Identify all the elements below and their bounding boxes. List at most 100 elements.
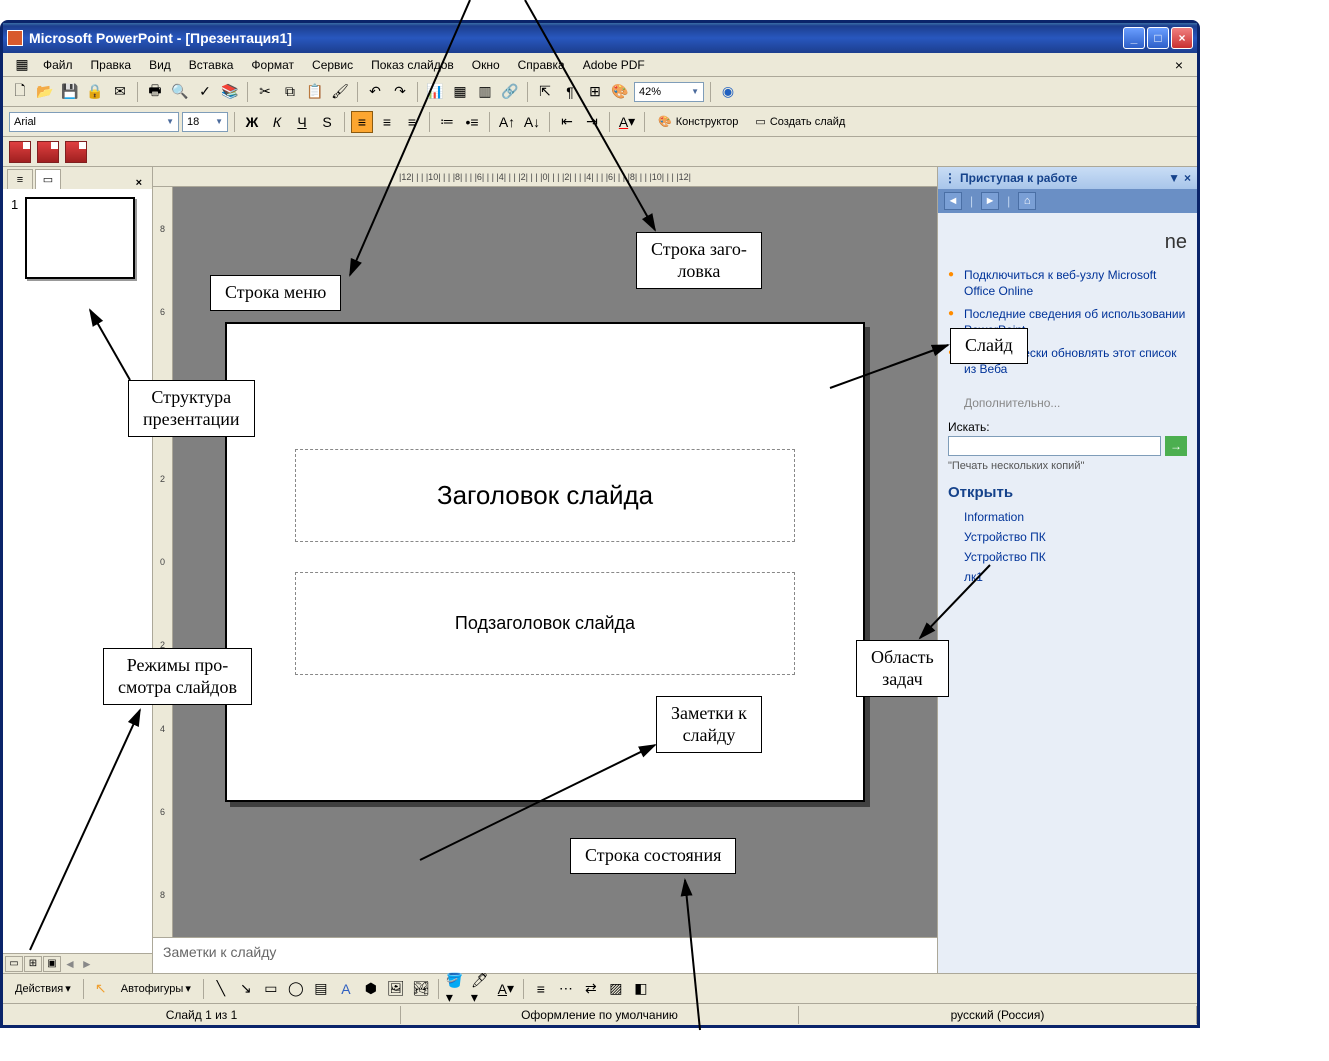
title-placeholder[interactable]: Заголовок слайда	[295, 449, 795, 542]
menu-view[interactable]: Вид	[141, 56, 179, 74]
fontcolor-icon[interactable]: A▾	[616, 111, 638, 133]
grid-icon[interactable]: ⊞	[584, 81, 606, 103]
font-combo[interactable]: Arial▼	[9, 112, 179, 132]
underline-icon[interactable]: Ч	[291, 111, 313, 133]
arrowstyle-icon[interactable]: ⇄	[580, 978, 602, 1000]
tp-link-connect[interactable]: Подключиться к веб-узлу Microsoft Office…	[948, 264, 1187, 303]
zoom-combo[interactable]: 42%▼	[634, 82, 704, 102]
open-icon[interactable]: 📂	[34, 81, 56, 103]
outline-close-button[interactable]: ×	[130, 177, 148, 189]
line-icon[interactable]: ╲	[210, 978, 232, 1000]
subtitle-placeholder[interactable]: Подзаголовок слайда	[295, 572, 795, 675]
copy-icon[interactable]: ⧉	[279, 81, 301, 103]
pdf-icon-3[interactable]	[65, 141, 87, 163]
wordart-icon[interactable]: A	[335, 978, 357, 1000]
recent-link-3[interactable]: лк1	[948, 567, 1187, 587]
picture-icon[interactable]: 🏞	[410, 978, 432, 1000]
menu-window[interactable]: Окно	[464, 56, 508, 74]
menu-insert[interactable]: Вставка	[181, 56, 242, 74]
lineweight-icon[interactable]: ≡	[530, 978, 552, 1000]
select-icon[interactable]: ↖	[90, 978, 112, 1000]
fontcolor2-icon[interactable]: A▾	[495, 978, 517, 1000]
textbox-icon[interactable]: ▤	[310, 978, 332, 1000]
hyperlink-icon[interactable]: 🔗	[499, 81, 521, 103]
taskpane-dropdown-icon[interactable]: ▼	[1168, 171, 1180, 185]
normal-view-button[interactable]: ▭	[5, 956, 23, 972]
color-icon[interactable]: 🎨	[609, 81, 631, 103]
sorter-view-button[interactable]: ⊞	[24, 956, 42, 972]
shadow-style-icon[interactable]: ▨	[605, 978, 627, 1000]
new-icon[interactable]: 🗋	[9, 81, 31, 103]
spellcheck-icon[interactable]: ✓	[194, 81, 216, 103]
decfont-icon[interactable]: A↓	[521, 111, 543, 133]
slide[interactable]: Заголовок слайда Подзаголовок слайда	[225, 322, 865, 802]
menu-format[interactable]: Формат	[243, 56, 302, 74]
slideshow-view-button[interactable]: ▣	[43, 956, 61, 972]
taskpane-back-button[interactable]: ◄	[944, 192, 962, 210]
taskpane-fwd-button[interactable]: ►	[981, 192, 999, 210]
bullets-icon[interactable]: •≡	[461, 111, 483, 133]
menu-file[interactable]: Файл	[35, 56, 81, 74]
decindent-icon[interactable]: ⇤	[556, 111, 578, 133]
aligncenter-icon[interactable]: ≡	[376, 111, 398, 133]
preview-icon[interactable]: 🔍	[169, 81, 191, 103]
fontsize-combo[interactable]: 18▼	[182, 112, 228, 132]
search-input[interactable]	[948, 436, 1161, 456]
menu-slideshow[interactable]: Показ слайдов	[363, 56, 462, 74]
tp-more-link[interactable]: Дополнительно...	[964, 396, 1187, 410]
numbering-icon[interactable]: ≔	[436, 111, 458, 133]
showhide-icon[interactable]: ¶	[559, 81, 581, 103]
taskpane-home-button[interactable]: ⌂	[1018, 192, 1036, 210]
oval-icon[interactable]: ◯	[285, 978, 307, 1000]
recent-link-0[interactable]: Information	[948, 507, 1187, 527]
maximize-button[interactable]: □	[1147, 27, 1169, 49]
mdi-close-button[interactable]: ×	[1169, 55, 1189, 75]
menu-help[interactable]: Справка	[510, 56, 573, 74]
alignright-icon[interactable]: ≡	[401, 111, 423, 133]
permission-icon[interactable]: 🔒	[84, 81, 106, 103]
redo-icon[interactable]: ↷	[389, 81, 411, 103]
drawing-actions-button[interactable]: Действия ▾	[9, 980, 77, 997]
expand-icon[interactable]: ⇱	[534, 81, 556, 103]
clipart-icon[interactable]: 🖼	[385, 978, 407, 1000]
email-icon[interactable]: ✉	[109, 81, 131, 103]
table-icon[interactable]: ▦	[449, 81, 471, 103]
slide-thumbnail-1[interactable]	[25, 197, 135, 279]
menu-edit[interactable]: Правка	[83, 56, 140, 74]
fillcolor-icon[interactable]: 🪣▾	[445, 978, 467, 1000]
bold-icon[interactable]: Ж	[241, 111, 263, 133]
print-icon[interactable]: 🖶	[144, 81, 166, 103]
incfont-icon[interactable]: A↑	[496, 111, 518, 133]
formatpainter-icon[interactable]: 🖌	[329, 81, 351, 103]
rectangle-icon[interactable]: ▭	[260, 978, 282, 1000]
nav-left-icon[interactable]: ◄	[62, 957, 78, 971]
undo-icon[interactable]: ↶	[364, 81, 386, 103]
notes-pane[interactable]: Заметки к слайду	[153, 937, 937, 973]
slides-tab[interactable]: ▭	[35, 169, 61, 189]
arrow-icon[interactable]: ↘	[235, 978, 257, 1000]
designer-button[interactable]: 🎨 Конструктор	[651, 112, 745, 131]
minimize-button[interactable]: _	[1123, 27, 1145, 49]
recent-link-1[interactable]: Устройство ПК	[948, 527, 1187, 547]
taskpane-close-button[interactable]: ×	[1184, 171, 1191, 185]
pdf-icon-1[interactable]	[9, 141, 31, 163]
paste-icon[interactable]: 📋	[304, 81, 326, 103]
shadow-icon[interactable]: S	[316, 111, 338, 133]
3d-icon[interactable]: ◧	[630, 978, 652, 1000]
help-icon[interactable]: ◉	[717, 81, 739, 103]
recent-link-2[interactable]: Устройство ПК	[948, 547, 1187, 567]
alignleft-icon[interactable]: ≡	[351, 111, 373, 133]
italic-icon[interactable]: К	[266, 111, 288, 133]
tables-borders-icon[interactable]: ▥	[474, 81, 496, 103]
research-icon[interactable]: 📚	[219, 81, 241, 103]
menu-tools[interactable]: Сервис	[304, 56, 361, 74]
nav-right-icon[interactable]: ►	[79, 957, 95, 971]
newslide-button[interactable]: ▭ Создать слайд	[748, 112, 852, 131]
search-go-button[interactable]: →	[1165, 436, 1187, 456]
diagram-icon[interactable]: ⬢	[360, 978, 382, 1000]
pdf-icon-2[interactable]	[37, 141, 59, 163]
app-menu-icon[interactable]: ▦	[11, 54, 33, 76]
linecolor-icon[interactable]: 🖊▾	[470, 978, 492, 1000]
outline-tab[interactable]: ≡	[7, 169, 33, 189]
close-button[interactable]: ×	[1171, 27, 1193, 49]
